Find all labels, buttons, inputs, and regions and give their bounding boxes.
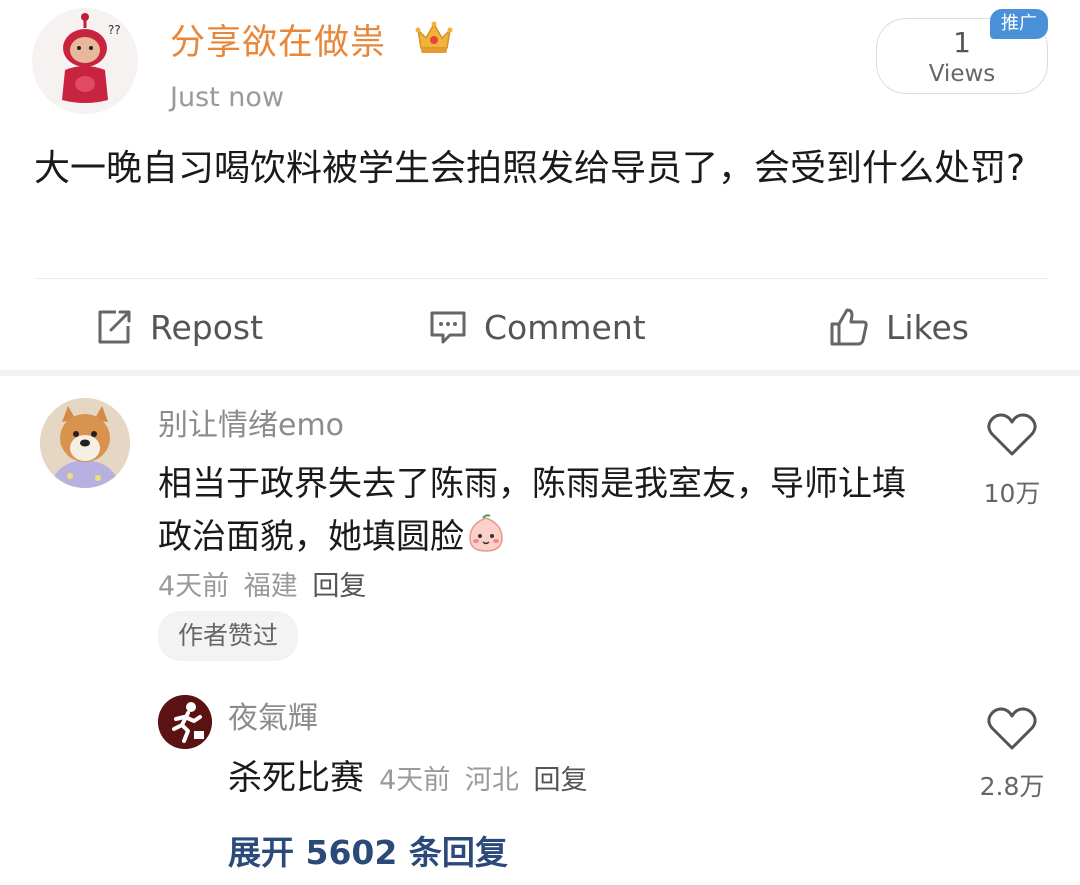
repost-icon — [98, 310, 131, 344]
comment-icon — [430, 311, 466, 344]
commenter-avatar[interactable] — [40, 398, 130, 488]
heart-icon — [987, 707, 1037, 750]
comment-time: 4天前 — [158, 571, 230, 602]
views-label: Views — [928, 61, 996, 87]
thumbs-up-icon — [830, 308, 868, 346]
comment-body: 相当于政界失去了陈雨，陈雨是我室友，导师让填政治面貌，她填圆脸 — [158, 458, 938, 564]
post-author-avatar[interactable]: ?? — [32, 8, 138, 114]
repost-label: Repost — [150, 307, 264, 347]
divider — [34, 278, 1048, 279]
comment-like-count: 10万 — [983, 479, 1041, 508]
author-liked-badge: 作者赞过 — [158, 611, 299, 661]
likes-button[interactable]: Likes — [828, 304, 969, 350]
comment-like-button[interactable] — [986, 412, 1038, 462]
commenter-name[interactable]: 别让情绪emo — [158, 400, 344, 444]
reply-author-name[interactable]: 夜氣輝 — [228, 693, 318, 737]
reply-text: 杀死比赛 — [228, 758, 364, 798]
reply-like-count: 2.8万 — [979, 772, 1045, 801]
comment-text: 相当于政界失去了陈雨，陈雨是我室友，导师让填政治面貌，她填圆脸 — [158, 464, 906, 557]
reply-reply-button[interactable]: 回复 — [533, 765, 587, 796]
reply-like-button[interactable] — [986, 706, 1038, 756]
likes-label: Likes — [886, 307, 969, 347]
comment-button[interactable]: Comment — [428, 304, 646, 350]
section-divider — [0, 370, 1080, 376]
reply-meta: 4天前 河北 回复 — [379, 765, 587, 796]
comment-label: Comment — [484, 307, 646, 347]
expand-replies-link[interactable]: 展开 5602 条回复 — [228, 826, 508, 874]
reply-button[interactable]: 回复 — [312, 571, 366, 602]
reply-avatar[interactable] — [158, 695, 212, 749]
comment-location: 福建 — [243, 571, 298, 602]
promo-badge[interactable]: 推广 — [990, 9, 1048, 39]
crown-badge-icon — [414, 18, 454, 56]
reply-location: 河北 — [464, 765, 519, 796]
post-body: 大一晚自习喝饮料被学生会拍照发给导员了，会受到什么处罚? — [34, 148, 1026, 189]
blush-face-icon — [466, 514, 506, 554]
comment-meta: 4天前 福建 回复 — [158, 564, 366, 603]
repost-button[interactable]: Repost — [94, 304, 263, 350]
heart-icon — [987, 413, 1037, 456]
post-author-name[interactable]: 分享欲在做祟 — [170, 14, 386, 65]
reply-time: 4天前 — [379, 765, 451, 796]
post-timestamp: Just now — [170, 82, 285, 113]
reply-body: 杀死比赛 4天前 河北 回复 — [228, 750, 587, 799]
svg-text:??: ?? — [108, 23, 121, 37]
